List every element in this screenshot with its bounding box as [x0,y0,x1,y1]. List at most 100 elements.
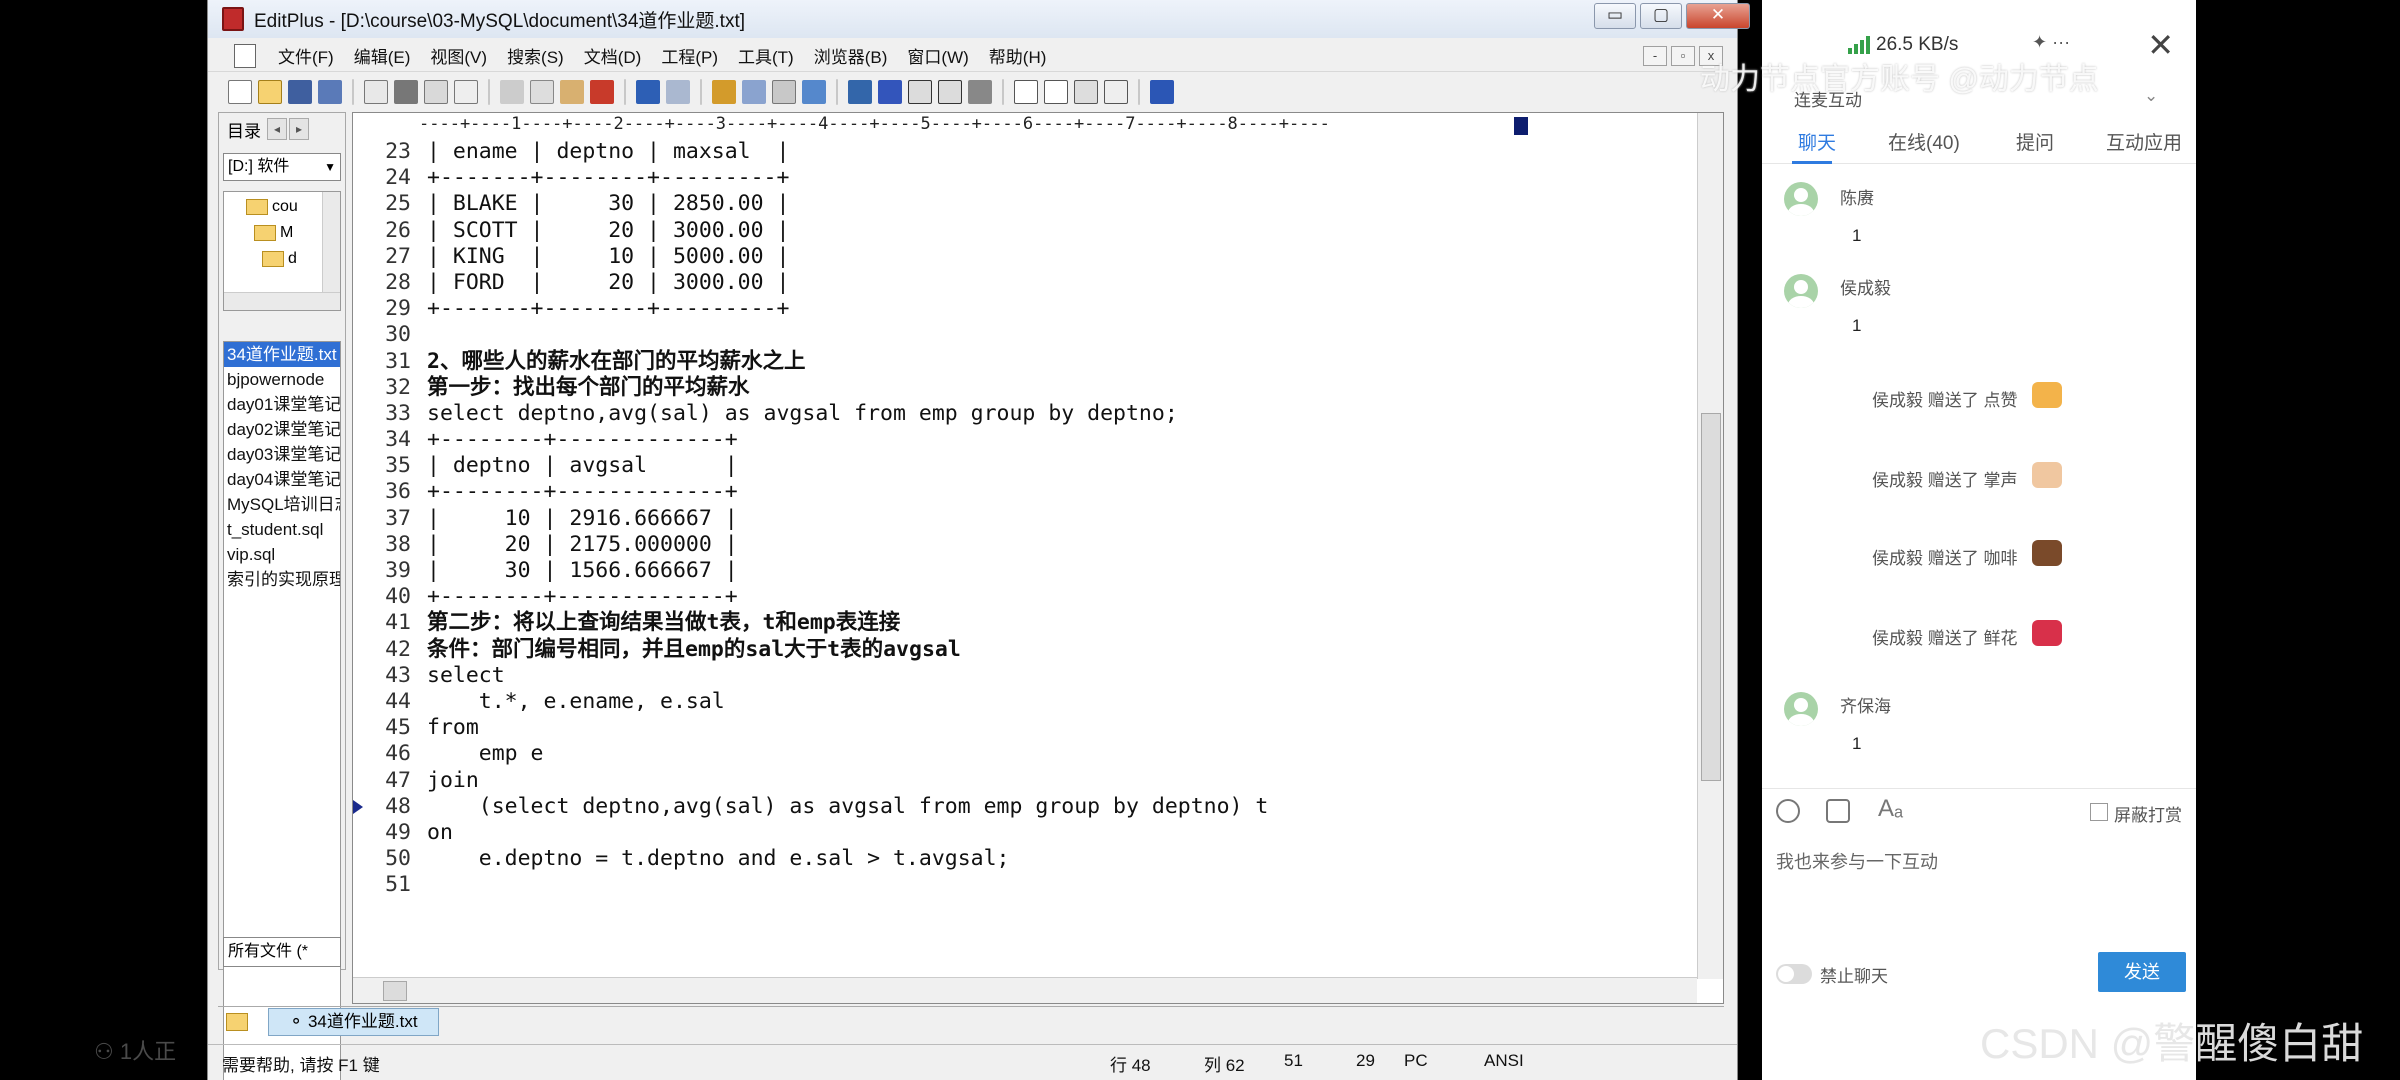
code-line[interactable]: 50 e.deptno = t.deptno and e.sal > t.avg… [353,846,1697,872]
code-line[interactable]: 42 条件：部门编号相同，并且emp的sal大于t表的avgsal [353,637,1697,663]
tab-interactive-apps[interactable]: 互动应用 [2106,128,2182,155]
code-line[interactable]: 23 | ename | deptno | maxsal | [353,139,1697,165]
chevron-right-icon[interactable]: ▸ [289,118,309,140]
minimize-button[interactable]: ▭ [1594,3,1636,29]
code-line[interactable]: 32 第一步：找出每个部门的平均薪水 [353,375,1697,401]
code-line[interactable]: 43 select [353,663,1697,689]
code-line[interactable]: 36 +--------+-------------+ [353,479,1697,505]
tree-node[interactable]: M [254,222,293,244]
print-icon[interactable] [394,80,418,104]
scroll-thumb[interactable] [383,981,407,1001]
code-line[interactable]: 30 [353,322,1697,348]
scroll-thumb[interactable] [1701,413,1721,781]
code-line[interactable]: 51 [353,872,1697,898]
toggle-panel-icon[interactable] [1044,80,1068,104]
tree-node[interactable]: d [262,248,297,270]
tab-online[interactable]: 在线(40) [1888,128,1960,155]
output-window-icon[interactable] [1074,80,1098,104]
tab-directory[interactable]: 目录 [219,117,261,142]
delete-icon[interactable] [590,80,614,104]
find-icon[interactable] [712,80,736,104]
emoji-icon[interactable] [1776,799,1800,823]
chevron-left-icon[interactable]: ◂ [267,118,287,140]
line-number-icon[interactable] [908,80,932,104]
paste-icon[interactable] [560,80,584,104]
doc-restore-button[interactable]: ▫ [1671,46,1695,66]
directory-icon[interactable] [454,80,478,104]
code-line[interactable]: 48 (select deptno,avg(sal) as avgsal fro… [353,794,1697,820]
browser-icon[interactable] [1104,80,1128,104]
help-icon[interactable] [1150,80,1174,104]
image-icon[interactable] [1826,799,1850,823]
doc-minimize-button[interactable]: - [1643,46,1667,66]
file-list-item[interactable]: 34道作业题.txt [224,342,340,367]
code-line[interactable]: 25 | BLAKE | 30 | 2850.00 | [353,191,1697,217]
editor-vertical-scrollbar[interactable] [1697,113,1723,979]
code-area[interactable]: 23 | ename | deptno | maxsal | 24 +-------+… [353,139,1697,975]
menu-browser[interactable]: 浏览器(B) [804,43,898,68]
code-line[interactable]: 38 | 20 | 2175.000000 | [353,532,1697,558]
tab-chat[interactable]: 聊天 [1798,128,1836,155]
tab-questions[interactable]: 提问 [2016,128,2054,155]
close-icon[interactable]: ✕ [2147,26,2174,64]
menu-document[interactable]: 文档(D) [574,43,652,68]
menu-project[interactable]: 工程(P) [651,43,728,68]
print-preview-icon[interactable] [364,80,388,104]
file-list-item[interactable]: MySQL培训日志 [224,492,340,517]
code-line[interactable]: 34 +--------+-------------+ [353,427,1697,453]
file-list-item[interactable]: day01课堂笔记 [224,392,340,417]
code-line[interactable]: 31 2、哪些人的薪水在部门的平均薪水之上 [353,349,1697,375]
font-icon[interactable] [848,80,872,104]
file-list-item[interactable]: bjpowernode [224,367,340,392]
save-all-icon[interactable] [318,80,342,104]
file-filter-select[interactable]: 所有文件 (* [223,937,341,967]
code-line[interactable]: 28 | FORD | 20 | 3000.00 | [353,270,1697,296]
menu-help[interactable]: 帮助(H) [979,43,1057,68]
code-line[interactable]: 26 | SCOTT | 20 | 3000.00 | [353,218,1697,244]
clipboard-icon[interactable] [772,80,796,104]
code-line[interactable]: 41 第二步：将以上查询结果当做t表，t和emp表连接 [353,610,1697,636]
cut-icon[interactable] [500,80,524,104]
menu-view[interactable]: 视图(V) [420,43,497,68]
font-size-icon[interactable]: Aₐ [1878,795,1903,823]
file-list-item[interactable]: 索引的实现原理 [224,567,340,592]
drive-select[interactable]: [D:] 软件 ▼ [223,153,341,181]
save-icon[interactable] [288,80,312,104]
undo-icon[interactable] [636,80,660,104]
mute-chat-toggle[interactable] [1776,964,1812,984]
maximize-button[interactable]: ▢ [1640,3,1682,29]
open-folder-icon[interactable] [258,80,282,104]
word-wrap-icon[interactable] [878,80,902,104]
menu-file[interactable]: 文件(F) [268,43,344,68]
file-list-item[interactable]: vip.sql [224,542,340,567]
code-line[interactable]: 46 emp e [353,741,1697,767]
menu-search[interactable]: 搜索(S) [497,43,574,68]
redo-icon[interactable] [666,80,690,104]
tree-node[interactable]: cou [246,196,298,218]
tab-34-homework[interactable]: ⚬ 34道作业题.txt [268,1007,439,1036]
menu-edit[interactable]: 编辑(E) [344,43,421,68]
spell-check-icon[interactable] [424,80,448,104]
code-line[interactable]: 45 from [353,715,1697,741]
code-line[interactable]: 40 +--------+-------------+ [353,584,1697,610]
goto-line-icon[interactable] [802,80,826,104]
block-tips-checkbox[interactable] [2090,803,2108,821]
folder-tree[interactable]: cou M d [223,191,341,311]
replace-icon[interactable] [742,80,766,104]
code-line[interactable]: 33 select deptno,avg(sal) as avgsal from … [353,401,1697,427]
settings-icon[interactable] [968,80,992,104]
send-button[interactable]: 发送 [2098,952,2186,992]
pin-icon[interactable]: ✦ ··· [2032,32,2070,53]
code-line[interactable]: 47 join [353,768,1697,794]
file-list-item[interactable]: day04课堂笔记 [224,467,340,492]
code-line[interactable]: 39 | 30 | 1566.666667 | [353,558,1697,584]
code-line[interactable]: 27 | KING | 10 | 5000.00 | [353,244,1697,270]
new-file-icon[interactable] [228,80,252,104]
close-button[interactable]: ✕ [1686,3,1750,29]
file-list-item[interactable]: day02课堂笔记 [224,417,340,442]
cliptext-icon[interactable] [1014,80,1038,104]
editor-pane[interactable]: ----+----1----+----2----+----3----+----4… [352,112,1724,1004]
menu-window[interactable]: 窗口(W) [897,43,978,68]
menu-tools[interactable]: 工具(T) [728,43,804,68]
file-list-item[interactable]: t_student.sql [224,517,340,542]
